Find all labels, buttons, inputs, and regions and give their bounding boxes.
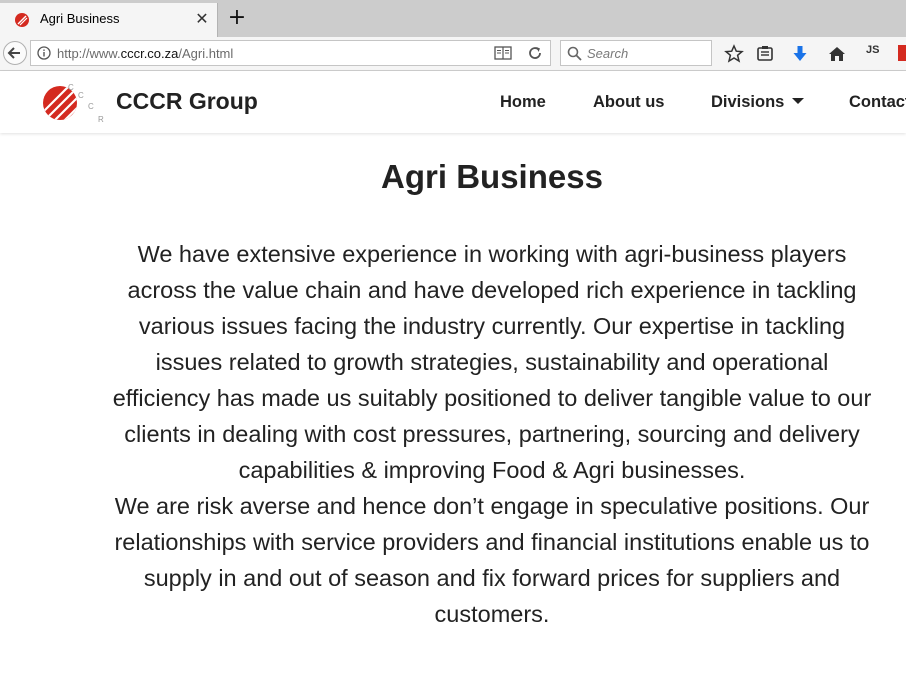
back-icon xyxy=(7,47,20,59)
url-host: cccr.co.za xyxy=(120,46,179,61)
tab-close-icon[interactable]: ✕ xyxy=(192,9,212,29)
url-text[interactable]: http://www.cccr.co.za/Agri.html xyxy=(57,46,233,61)
new-tab-icon[interactable]: + xyxy=(226,6,248,30)
brand-name-link[interactable]: CCCR Group xyxy=(116,88,258,115)
nav-divisions-dropdown[interactable]: Divisions xyxy=(711,93,805,112)
reload-icon[interactable] xyxy=(527,45,543,61)
reader-view-icon[interactable] xyxy=(494,46,512,60)
download-icon[interactable] xyxy=(790,44,810,64)
page-title: Agri Business xyxy=(381,158,603,195)
logo-letter-c3: C xyxy=(88,102,94,111)
logo-letter-r: R xyxy=(98,115,104,124)
tab-strip: Agri Business ✕ + xyxy=(0,0,906,37)
search-icon xyxy=(567,46,582,61)
site-header: C C C R CCCR Group Home About us Divisio… xyxy=(0,71,906,133)
search-bar[interactable]: Search xyxy=(560,40,712,66)
main-content: We have extensive experience in working … xyxy=(112,236,872,632)
cccr-logo-icon[interactable]: C C C R xyxy=(42,81,108,125)
tab-agri-business[interactable]: Agri Business ✕ xyxy=(0,3,218,37)
nav-contact-link[interactable]: Contact xyxy=(849,93,906,112)
url-prefix: http://www. xyxy=(57,46,121,61)
site-favicon-icon xyxy=(15,13,29,27)
addon-icon[interactable] xyxy=(898,45,906,61)
reading-list-icon[interactable] xyxy=(755,44,775,64)
navigation-toolbar: http://www.cccr.co.za/Agri.html Search J… xyxy=(0,37,906,71)
javascript-toggle-icon[interactable]: JS xyxy=(866,44,879,56)
info-icon[interactable] xyxy=(37,46,51,60)
paragraph-risk: We are risk averse and hence don’t engag… xyxy=(114,493,870,627)
url-path: /Agri.html xyxy=(178,46,234,61)
home-icon[interactable] xyxy=(827,44,847,64)
paragraph-experience: We have extensive experience in working … xyxy=(112,241,872,483)
bookmark-star-icon[interactable] xyxy=(724,44,744,64)
nav-divisions-label: Divisions xyxy=(711,93,785,111)
url-bar[interactable]: http://www.cccr.co.za/Agri.html xyxy=(30,40,551,66)
search-placeholder: Search xyxy=(587,46,629,61)
back-button[interactable] xyxy=(3,41,27,65)
tab-title: Agri Business xyxy=(40,11,120,26)
logo-letter-c1: C xyxy=(68,83,74,92)
chevron-down-icon xyxy=(792,98,805,104)
nav-home-link[interactable]: Home xyxy=(500,93,546,112)
nav-about-link[interactable]: About us xyxy=(593,93,665,112)
logo-letter-c2: C xyxy=(78,91,84,100)
